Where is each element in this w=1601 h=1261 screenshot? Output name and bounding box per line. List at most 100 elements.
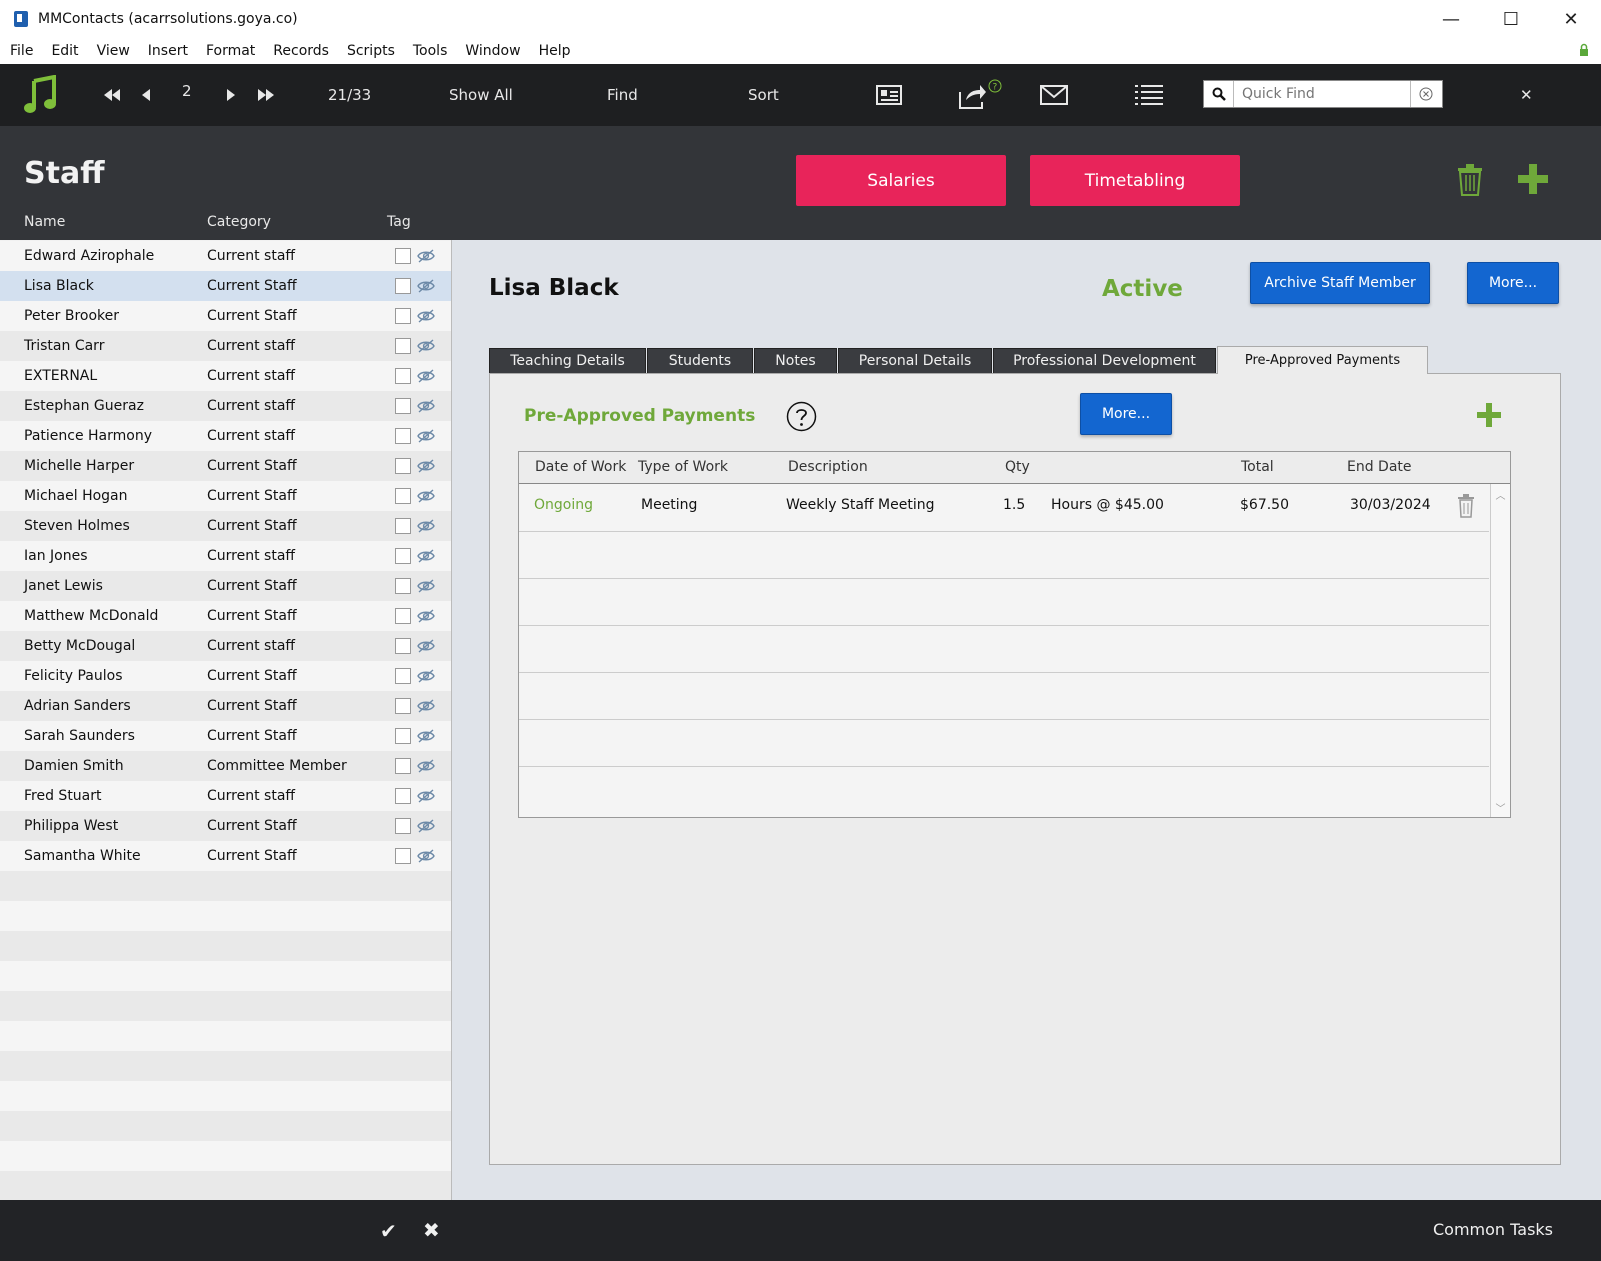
previous-record-icon[interactable] xyxy=(141,64,151,126)
staff-row[interactable]: Sarah Saunders Current Staff xyxy=(0,721,451,751)
salaries-button[interactable]: Salaries xyxy=(796,155,1006,206)
tag-checkbox[interactable] xyxy=(395,308,411,324)
hide-eye-icon[interactable] xyxy=(416,488,436,504)
minimize-button[interactable]: — xyxy=(1421,0,1481,38)
staff-row[interactable]: Michael Hogan Current Staff xyxy=(0,481,451,511)
close-toolbar-button[interactable]: ✕ xyxy=(1520,64,1533,126)
tab-teaching-details[interactable]: Teaching Details xyxy=(489,348,646,374)
tab-personal-details[interactable]: Personal Details xyxy=(838,348,992,374)
table-row[interactable]: Ongoing Meeting Weekly Staff Meeting 1.5… xyxy=(519,485,1489,532)
hide-eye-icon[interactable] xyxy=(416,638,436,654)
staff-row[interactable]: Estephan Gueraz Current staff xyxy=(0,391,451,421)
tag-checkbox[interactable] xyxy=(395,578,411,594)
menu-window[interactable]: Window xyxy=(465,43,520,59)
hide-eye-icon[interactable] xyxy=(416,578,436,594)
email-icon[interactable] xyxy=(1040,64,1068,126)
hide-eye-icon[interactable] xyxy=(416,248,436,264)
clear-search-icon[interactable] xyxy=(1410,81,1440,107)
tag-checkbox[interactable] xyxy=(395,788,411,804)
staff-row[interactable]: Fred Stuart Current staff xyxy=(0,781,451,811)
tag-checkbox[interactable] xyxy=(395,458,411,474)
tag-checkbox[interactable] xyxy=(395,818,411,834)
more-button[interactable]: More... xyxy=(1467,262,1559,304)
help-icon[interactable] xyxy=(786,401,817,432)
menu-format[interactable]: Format xyxy=(206,43,255,59)
staff-row[interactable]: Ian Jones Current staff xyxy=(0,541,451,571)
tab-students[interactable]: Students xyxy=(647,348,753,374)
hide-eye-icon[interactable] xyxy=(416,608,436,624)
delete-payment-icon[interactable] xyxy=(1457,494,1475,518)
list-view-icon[interactable] xyxy=(1135,64,1163,126)
hide-eye-icon[interactable] xyxy=(416,278,436,294)
column-header-tag[interactable]: Tag xyxy=(387,214,411,230)
tag-checkbox[interactable] xyxy=(395,728,411,744)
close-window-button[interactable]: ✕ xyxy=(1541,0,1601,38)
tab-notes[interactable]: Notes xyxy=(754,348,837,374)
tag-checkbox[interactable] xyxy=(395,278,411,294)
tab-pre-approved-payments[interactable]: Pre-Approved Payments xyxy=(1217,346,1428,374)
tag-checkbox[interactable] xyxy=(395,638,411,654)
hide-eye-icon[interactable] xyxy=(416,758,436,774)
staff-row[interactable]: Lisa Black Current Staff xyxy=(0,271,451,301)
hide-eye-icon[interactable] xyxy=(416,338,436,354)
staff-row[interactable]: Matthew McDonald Current Staff xyxy=(0,601,451,631)
staff-row[interactable]: Damien Smith Committee Member xyxy=(0,751,451,781)
hide-eye-icon[interactable] xyxy=(416,668,436,684)
staff-row[interactable]: Philippa West Current Staff xyxy=(0,811,451,841)
maximize-button[interactable]: ☐ xyxy=(1481,0,1541,38)
menu-help[interactable]: Help xyxy=(539,43,571,59)
payments-more-button[interactable]: More... xyxy=(1080,393,1172,435)
hide-eye-icon[interactable] xyxy=(416,368,436,384)
staff-row[interactable]: Adrian Sanders Current Staff xyxy=(0,691,451,721)
cancel-icon[interactable]: ✖ xyxy=(423,1218,440,1242)
menu-scripts[interactable]: Scripts xyxy=(347,43,395,59)
staff-row[interactable]: Betty McDougal Current staff xyxy=(0,631,451,661)
tag-checkbox[interactable] xyxy=(395,758,411,774)
hide-eye-icon[interactable] xyxy=(416,518,436,534)
archive-staff-button[interactable]: Archive Staff Member xyxy=(1250,262,1430,304)
staff-row[interactable]: Janet Lewis Current Staff xyxy=(0,571,451,601)
hide-eye-icon[interactable] xyxy=(416,728,436,744)
contact-card-icon[interactable] xyxy=(876,64,902,126)
first-record-icon[interactable] xyxy=(103,64,121,126)
tag-checkbox[interactable] xyxy=(395,488,411,504)
staff-row[interactable]: Edward Azirophale Current staff xyxy=(0,241,451,271)
delete-record-icon[interactable] xyxy=(1457,164,1483,196)
menu-insert[interactable]: Insert xyxy=(148,43,188,59)
page-number[interactable]: 2 xyxy=(182,60,192,122)
staff-row[interactable]: Steven Holmes Current Staff xyxy=(0,511,451,541)
last-record-icon[interactable] xyxy=(257,64,275,126)
menu-tools[interactable]: Tools xyxy=(413,43,448,59)
staff-row[interactable]: EXTERNAL Current staff xyxy=(0,361,451,391)
search-icon[interactable] xyxy=(1204,81,1234,107)
hide-eye-icon[interactable] xyxy=(416,818,436,834)
tag-checkbox[interactable] xyxy=(395,608,411,624)
timetabling-button[interactable]: Timetabling xyxy=(1030,155,1240,206)
staff-row[interactable]: Felicity Paulos Current Staff xyxy=(0,661,451,691)
menu-records[interactable]: Records xyxy=(273,43,329,59)
staff-row[interactable]: Michelle Harper Current Staff xyxy=(0,451,451,481)
find-button[interactable]: Find xyxy=(607,64,638,126)
scroll-up-icon[interactable]: ︿ xyxy=(1491,484,1510,504)
hide-eye-icon[interactable] xyxy=(416,308,436,324)
share-icon[interactable]: ? xyxy=(958,64,1004,126)
tag-checkbox[interactable] xyxy=(395,698,411,714)
column-header-category[interactable]: Category xyxy=(207,214,271,230)
table-scrollbar[interactable]: ︿ ﹀ xyxy=(1490,484,1510,817)
hide-eye-icon[interactable] xyxy=(416,698,436,714)
menu-edit[interactable]: Edit xyxy=(51,43,78,59)
staff-row[interactable]: Peter Brooker Current Staff xyxy=(0,301,451,331)
column-header-name[interactable]: Name xyxy=(24,214,65,230)
hide-eye-icon[interactable] xyxy=(416,428,436,444)
hide-eye-icon[interactable] xyxy=(416,788,436,804)
staff-row[interactable]: Samantha White Current Staff xyxy=(0,841,451,871)
tag-checkbox[interactable] xyxy=(395,518,411,534)
add-record-icon[interactable] xyxy=(1518,164,1548,194)
common-tasks-button[interactable]: Common Tasks xyxy=(1433,1220,1553,1239)
quick-find-input[interactable] xyxy=(1234,82,1410,106)
tag-checkbox[interactable] xyxy=(395,848,411,864)
staff-row[interactable]: Tristan Carr Current staff xyxy=(0,331,451,361)
tag-checkbox[interactable] xyxy=(395,428,411,444)
hide-eye-icon[interactable] xyxy=(416,458,436,474)
tag-checkbox[interactable] xyxy=(395,548,411,564)
